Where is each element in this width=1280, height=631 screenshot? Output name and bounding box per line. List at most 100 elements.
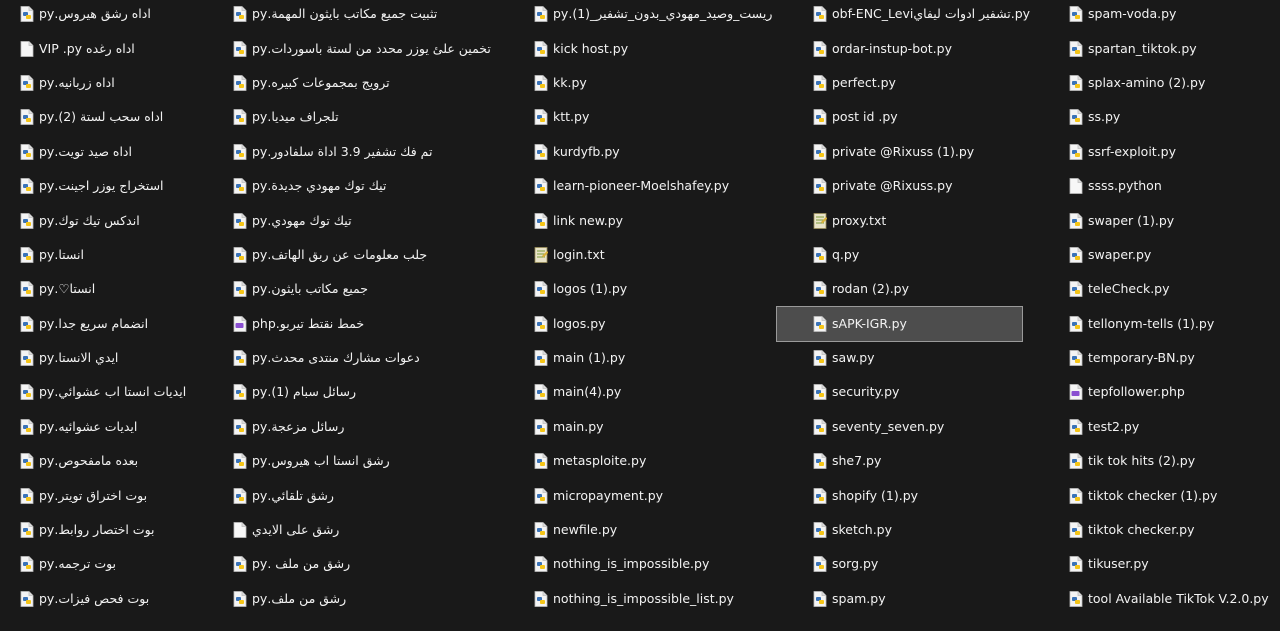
- file-name: main(4).py: [553, 384, 622, 400]
- file-item[interactable]: ssrf-exploit.py: [1067, 135, 1272, 169]
- file-item[interactable]: tepfollower.php: [1067, 375, 1272, 409]
- file-item[interactable]: تثبيت جميع مكاتب بايثون المهمة.py: [231, 0, 521, 31]
- file-item[interactable]: اداه سحب لستة (2).py: [18, 100, 218, 134]
- file-item[interactable]: اداه صيد تويت.py: [18, 135, 218, 169]
- file-name: main (1).py: [553, 350, 626, 366]
- file-item[interactable]: obf-ENC_Leviتشفير ادوات ليفاي.py: [811, 0, 1056, 31]
- file-item[interactable]: q.py: [811, 238, 1056, 272]
- file-item[interactable]: spam.py: [811, 582, 1056, 616]
- file-item[interactable]: nothing_is_impossible.py: [532, 547, 797, 581]
- file-item[interactable]: kurdyfb.py: [532, 135, 797, 169]
- file-item[interactable]: انستا.py: [18, 238, 218, 272]
- file-item[interactable]: sketch.py: [811, 513, 1056, 547]
- file-item[interactable]: spam-voda.py: [1067, 0, 1272, 31]
- file-item[interactable]: ktt.py: [532, 100, 797, 134]
- file-item[interactable]: perfect.py: [811, 66, 1056, 100]
- file-item[interactable]: login.txt: [532, 238, 797, 272]
- file-item[interactable]: اداه رشق هيروس.py: [18, 0, 218, 31]
- file-item[interactable]: link new.py: [532, 203, 797, 237]
- file-item[interactable]: spartan_tiktok.py: [1067, 31, 1272, 65]
- file-item[interactable]: seventy_seven.py: [811, 410, 1056, 444]
- file-item[interactable]: استخراج يوزر اجينت.py: [18, 169, 218, 203]
- file-item[interactable]: tiktok checker.py: [1067, 513, 1272, 547]
- file-item[interactable]: اندكس تيك توك.py: [18, 203, 218, 237]
- file-item[interactable]: swaper.py: [1067, 238, 1272, 272]
- file-item[interactable]: تيك توك مهودي جديدة.py: [231, 169, 521, 203]
- file-item[interactable]: رشق انستا اب هيروس.py: [231, 444, 521, 478]
- file-item[interactable]: جميع مكاتب بايثون.py: [231, 272, 521, 306]
- file-item[interactable]: ايديات انستا اب عشوائي.py: [18, 375, 218, 409]
- file-item[interactable]: sorg.py: [811, 547, 1056, 581]
- file-item[interactable]: she7.py: [811, 444, 1056, 478]
- file-item[interactable]: metasploite.py: [532, 444, 797, 478]
- file-item[interactable]: logos (1).py: [532, 272, 797, 306]
- file-column: spam-voda.py spartan_tiktok.py splax-amino…: [1067, 0, 1272, 616]
- file-item[interactable]: ssss.python: [1067, 169, 1272, 203]
- file-item[interactable]: kk.py: [532, 66, 797, 100]
- file-item[interactable]: sAPK-IGR.py: [776, 305, 1023, 342]
- file-item[interactable]: shopify (1).py: [811, 478, 1056, 512]
- file-item[interactable]: رشق من ملف .py: [231, 547, 521, 581]
- file-item[interactable]: تلجراف ميديا.py: [231, 100, 521, 134]
- file-item[interactable]: رشق من ملف.py: [231, 582, 521, 616]
- file-item[interactable]: ss.py: [1067, 100, 1272, 134]
- file-item[interactable]: بعده مامفحوص.py: [18, 444, 218, 478]
- file-item[interactable]: security.py: [811, 375, 1056, 409]
- file-item[interactable]: ترويج بمجموعات كبيره.py: [231, 66, 521, 100]
- generic-file-icon: [233, 522, 247, 538]
- file-item[interactable]: main(4).py: [532, 375, 797, 409]
- file-item[interactable]: ريست_وصيد_مهودي_بدون_تشفير_(1).py: [532, 0, 797, 31]
- file-item[interactable]: بوت ترجمه.py: [18, 547, 218, 581]
- file-item[interactable]: private @Rixuss.py: [811, 169, 1056, 203]
- file-item[interactable]: ايدي الانستا.py: [18, 341, 218, 375]
- file-item[interactable]: temporary-BN.py: [1067, 341, 1272, 375]
- file-item[interactable]: رسائل سبام (1).py: [231, 375, 521, 409]
- file-item[interactable]: اداه رغده VIP .py: [18, 31, 218, 65]
- file-item[interactable]: main (1).py: [532, 341, 797, 375]
- file-item[interactable]: tool Available TikTok V.2.0.py: [1067, 582, 1272, 616]
- file-item[interactable]: swaper (1).py: [1067, 203, 1272, 237]
- file-item[interactable]: ايديات عشوائيه.py: [18, 410, 218, 444]
- file-item[interactable]: دعوات مشارك منتدى محدث.py: [231, 341, 521, 375]
- file-item[interactable]: logos.py: [532, 307, 797, 341]
- file-item[interactable]: post id .py: [811, 100, 1056, 134]
- python-file-icon: [813, 75, 827, 91]
- file-name: kick host.py: [553, 40, 629, 56]
- file-item[interactable]: خمط نقتط تيربو.php: [231, 307, 521, 341]
- file-name: saw.py: [832, 350, 875, 366]
- file-item[interactable]: micropayment.py: [532, 478, 797, 512]
- file-item[interactable]: جلب معلومات عن ربق الهاتف.py: [231, 238, 521, 272]
- file-item[interactable]: ordar-instup-bot.py: [811, 31, 1056, 65]
- file-item[interactable]: tiktok checker (1).py: [1067, 478, 1272, 512]
- file-item[interactable]: رسائل مزعجة.py: [231, 410, 521, 444]
- file-item[interactable]: splax-amino (2).py: [1067, 66, 1272, 100]
- file-item[interactable]: بوت اختصار روابط.py: [18, 513, 218, 547]
- file-item[interactable]: private @Rixuss (1).py: [811, 135, 1056, 169]
- file-item[interactable]: newfile.py: [532, 513, 797, 547]
- file-name: تيك توك مهودي.py: [252, 212, 352, 228]
- file-item[interactable]: proxy.txt: [811, 203, 1056, 237]
- file-item[interactable]: teleCheck.py: [1067, 272, 1272, 306]
- file-item[interactable]: tellonym-tells (1).py: [1067, 307, 1272, 341]
- file-item[interactable]: tik tok hits (2).py: [1067, 444, 1272, 478]
- file-item[interactable]: بوت فحص فيزات.py: [18, 582, 218, 616]
- file-item[interactable]: saw.py: [811, 341, 1056, 375]
- file-item[interactable]: انستا♡.py: [18, 272, 218, 306]
- file-item[interactable]: nothing_is_impossible_list.py: [532, 582, 797, 616]
- file-item[interactable]: main.py: [532, 410, 797, 444]
- file-item[interactable]: rodan (2).py: [811, 272, 1056, 306]
- file-item[interactable]: test2.py: [1067, 410, 1272, 444]
- file-item[interactable]: تيك توك مهودي.py: [231, 203, 521, 237]
- file-item[interactable]: رشق على الايدي: [231, 513, 521, 547]
- file-item[interactable]: بوت اختراق تويتر.py: [18, 478, 218, 512]
- file-name: tikuser.py: [1088, 556, 1149, 572]
- file-item[interactable]: تخمين علئ يوزر محدد من لستة باسوردات.py: [231, 31, 521, 65]
- file-item[interactable]: اداه زربانيه.py: [18, 66, 218, 100]
- file-item[interactable]: learn-pioneer-Moelshafey.py: [532, 169, 797, 203]
- file-item[interactable]: kick host.py: [532, 31, 797, 65]
- file-item[interactable]: انضمام سريع جدا.py: [18, 307, 218, 341]
- file-item[interactable]: تم فك تشفير 3.9 اداة سلفادور.py: [231, 135, 521, 169]
- file-item[interactable]: رشق تلقائي.py: [231, 478, 521, 512]
- python-file-icon: [1069, 315, 1083, 332]
- file-item[interactable]: tikuser.py: [1067, 547, 1272, 581]
